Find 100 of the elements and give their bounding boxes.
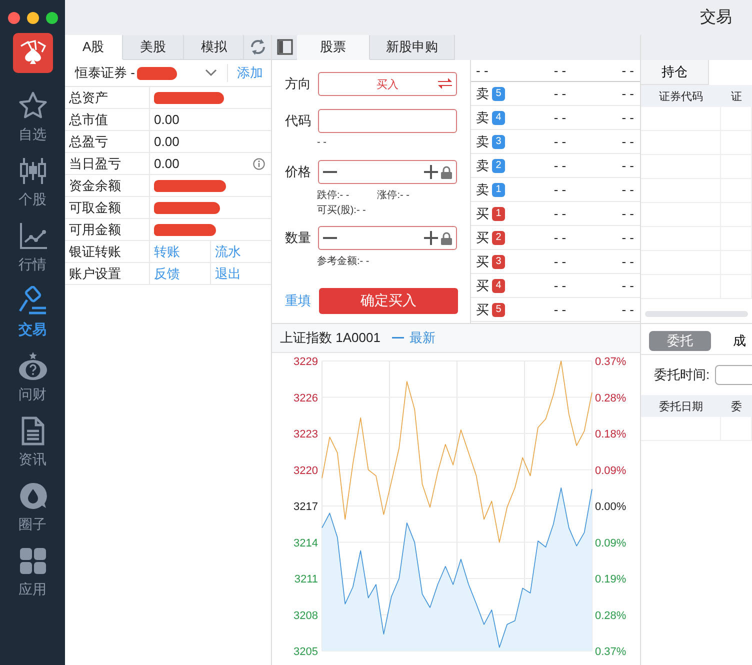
minimize-button[interactable] xyxy=(26,12,38,24)
action-link[interactable]: 流水 xyxy=(211,241,271,262)
chart-title: 上证指数 1A0001 xyxy=(280,329,380,347)
volume-cell-text: - - xyxy=(620,278,634,293)
zoom-button[interactable] xyxy=(46,12,58,24)
axis-label: 0.37% xyxy=(595,646,626,658)
axis-label: 0.19% xyxy=(595,574,626,586)
account-tab[interactable]: A股 xyxy=(65,35,123,60)
side-label: 买 xyxy=(476,276,489,294)
column-header: - - xyxy=(476,63,490,78)
trade-tab[interactable]: 股票 xyxy=(297,35,370,60)
axis-label: 0.09% xyxy=(595,537,626,550)
column-header: 证 xyxy=(730,90,743,104)
price-cell-text: - - xyxy=(552,254,568,269)
side-label: 买 xyxy=(476,300,489,318)
add-link[interactable]: 添加 xyxy=(227,64,271,82)
side-label: 卖 xyxy=(476,156,489,174)
action-link[interactable]: 反馈 xyxy=(150,263,211,284)
rank-badge: 1 xyxy=(492,206,505,220)
lock-icon[interactable] xyxy=(441,232,452,244)
sidebar-item[interactable]: 行情 xyxy=(4,219,62,284)
rank-badge: 5 xyxy=(492,302,505,316)
price-cell-text: - - xyxy=(552,206,568,221)
rank-badge: 1 xyxy=(492,182,505,196)
axis-label: 0.37% xyxy=(595,356,626,368)
code-input[interactable] xyxy=(318,109,457,133)
account-tab[interactable]: 美股 xyxy=(122,35,184,60)
info-icon[interactable] xyxy=(253,158,265,170)
swap-icon[interactable] xyxy=(438,78,452,90)
field-value: 0.00 xyxy=(154,112,180,127)
column-header: 证券代码 xyxy=(658,90,704,104)
segment-tab[interactable]: 成 xyxy=(733,331,746,351)
stepper-field[interactable] xyxy=(318,226,457,250)
plus-icon[interactable] xyxy=(424,165,438,179)
volume-cell-text: - - xyxy=(620,230,634,245)
price-cell-text: - - xyxy=(552,230,568,245)
account-tab[interactable]: 模拟 xyxy=(184,35,244,60)
grid-icon xyxy=(18,546,48,576)
sidebar-item[interactable]: 资讯 xyxy=(4,414,62,479)
trade-tab[interactable]: 新股申购 xyxy=(370,35,455,60)
axis-label: 3208 xyxy=(294,610,318,622)
plus-icon[interactable] xyxy=(424,231,438,245)
axis-label: 3220 xyxy=(294,464,318,477)
sidebar-item[interactable]: 问财 xyxy=(4,349,62,414)
field-label: 方向 xyxy=(285,75,312,93)
chevron-down-icon[interactable] xyxy=(205,69,217,77)
lock-icon[interactable] xyxy=(441,166,452,178)
sidebar-item[interactable]: 应用 xyxy=(4,544,62,609)
action-link[interactable]: 退出 xyxy=(211,263,271,284)
field-note: 涨停:- - xyxy=(377,188,410,202)
volume-cell-text: - - xyxy=(620,182,634,197)
date-input[interactable] xyxy=(714,365,752,385)
axis-label: 0.18% xyxy=(595,428,626,440)
field-label: 可用金额 xyxy=(65,219,150,240)
field-label: 当日盈亏 xyxy=(65,153,150,174)
field-label: 数量 xyxy=(285,229,312,247)
direction-select[interactable]: 买入 xyxy=(318,72,457,96)
price-cell-text: - - xyxy=(552,110,568,125)
candlestick-icon xyxy=(18,156,48,186)
segment-tab[interactable]: 委托 xyxy=(649,331,711,351)
column-header: 委托日期 xyxy=(658,400,704,414)
star-icon xyxy=(18,91,48,121)
action-link[interactable]: 转账 xyxy=(150,241,211,262)
side-label: 卖 xyxy=(476,108,489,126)
price-cell-text: - - xyxy=(552,86,568,101)
sidebar-item[interactable]: 圈子 xyxy=(4,479,62,544)
submit-button[interactable]: 确定买入 xyxy=(319,288,458,314)
scrollbar[interactable] xyxy=(645,311,748,317)
field-label: 总资产 xyxy=(65,87,150,108)
reset-link[interactable]: 重填 xyxy=(285,292,315,310)
column-header: - - xyxy=(620,63,634,78)
rank-badge: 2 xyxy=(492,230,505,244)
close-button[interactable] xyxy=(8,12,20,24)
logo-icon xyxy=(12,33,52,73)
field-label: 总市值 xyxy=(65,109,150,130)
field-label: 可取金额 xyxy=(65,197,150,218)
refresh-icon[interactable] xyxy=(244,35,271,60)
field-label: 代码 xyxy=(285,112,312,130)
volume-cell-text: - - xyxy=(620,134,634,149)
rank-badge: 4 xyxy=(492,278,505,292)
field-note: 参考金额:- - xyxy=(317,254,370,268)
axis-label: 3205 xyxy=(294,646,318,658)
field-note: 可买(股):- - xyxy=(317,204,366,217)
axis-label: 3226 xyxy=(294,392,318,404)
price-cell-text: - - xyxy=(552,302,568,317)
sidebar-item[interactable]: 交易 xyxy=(4,284,62,349)
rank-badge: 3 xyxy=(492,134,505,148)
positions-tab[interactable]: 持仓 xyxy=(641,60,709,85)
stepper-field[interactable] xyxy=(318,160,457,184)
drop-icon xyxy=(18,481,48,511)
field-label: 银证转账 xyxy=(65,241,150,262)
rank-badge: 2 xyxy=(492,158,505,172)
field-label: 总盈亏 xyxy=(65,131,150,152)
question-icon xyxy=(18,351,48,381)
sidebar-item[interactable]: 个股 xyxy=(4,154,62,219)
volume-cell-text: - - xyxy=(620,206,634,221)
sidebar-item[interactable]: 自选 xyxy=(4,89,62,154)
rank-badge: 4 xyxy=(492,110,505,124)
panel-toggle-icon[interactable] xyxy=(272,35,297,60)
column-header: - - xyxy=(552,63,568,78)
